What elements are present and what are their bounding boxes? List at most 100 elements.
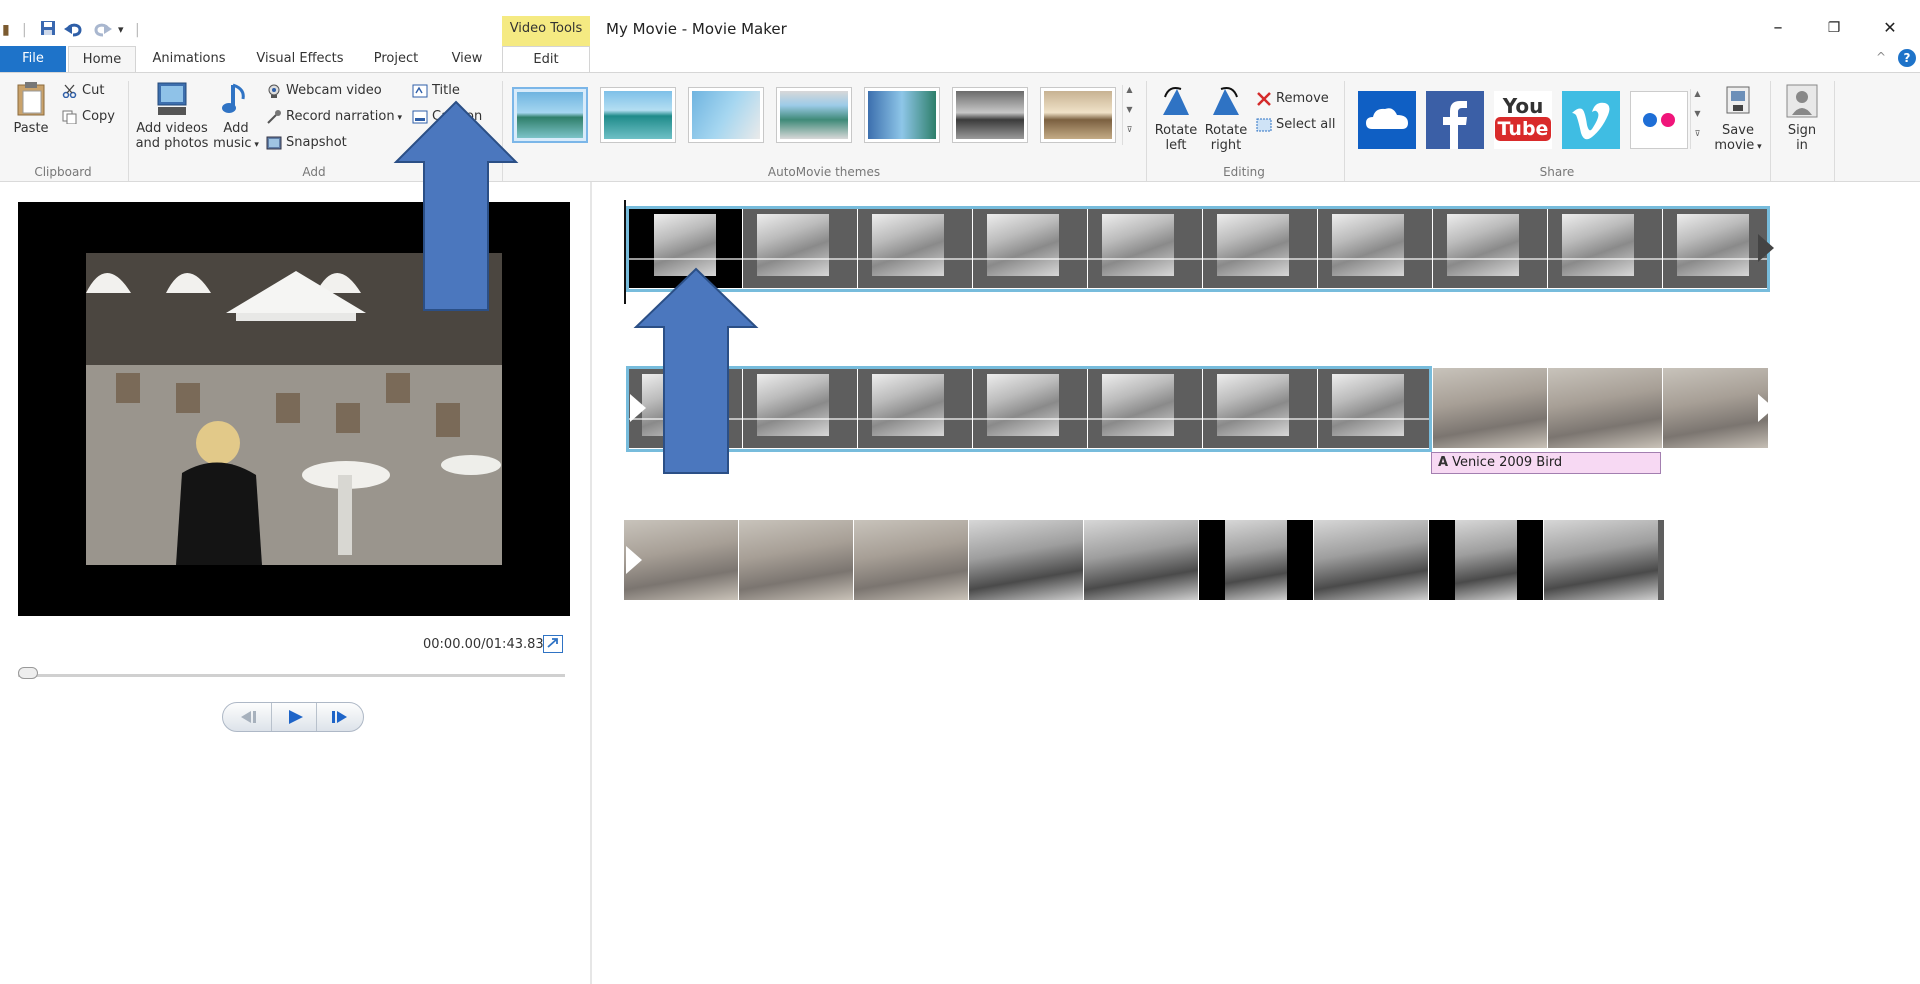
tab-home[interactable]: Home — [68, 46, 136, 73]
ribbon: Paste Cut Copy Clipboard Add videos and … — [0, 72, 1920, 182]
clip-thumbnail — [973, 368, 1087, 448]
restore-button[interactable]: ❐ — [1814, 16, 1854, 40]
next-frame-button[interactable] — [319, 703, 365, 731]
select-all-button[interactable]: Select all — [1256, 115, 1335, 135]
clip-thumbnail — [1314, 520, 1428, 600]
collapse-ribbon-icon[interactable]: ^ — [1876, 50, 1886, 64]
paste-button[interactable]: Paste — [8, 81, 54, 136]
webcam-video-button[interactable]: Webcam video — [266, 81, 382, 101]
clip-end-marker — [1758, 394, 1774, 422]
qat-customize-icon[interactable]: ▾ — [118, 20, 124, 40]
copy-icon — [62, 110, 77, 124]
record-narration-button[interactable]: Record narration ▾ — [266, 107, 402, 127]
tab-edit[interactable]: Edit — [502, 46, 590, 73]
add-music-label-line2: music — [213, 136, 252, 151]
playhead[interactable] — [624, 200, 626, 304]
webcam-icon — [268, 84, 280, 98]
theme-black-and-white[interactable] — [952, 87, 1028, 143]
fullscreen-button[interactable] — [543, 635, 563, 653]
youtube-share-button[interactable]: You Tube — [1494, 91, 1552, 149]
tab-project[interactable]: Project — [364, 46, 428, 73]
clip-thumbnail — [1084, 520, 1198, 600]
minimize-button[interactable]: – — [1758, 16, 1798, 40]
add-videos-and-photos-button[interactable]: Add videos and photos — [134, 81, 210, 151]
next-frame-icon — [332, 711, 347, 723]
sign-in-label-line2: in — [1796, 138, 1808, 153]
youtube-label-line2: Tube — [1494, 117, 1552, 141]
qat-separator-2: | — [135, 22, 140, 38]
group-separator — [1146, 81, 1147, 181]
help-icon[interactable]: ? — [1898, 49, 1916, 67]
rotate-right-button[interactable]: Rotate right — [1200, 83, 1252, 153]
group-separator — [1344, 81, 1345, 181]
share-scroll-down-icon[interactable]: ▼ — [1690, 109, 1704, 129]
clip-thumbnail — [973, 208, 1087, 288]
theme-sepia[interactable] — [1040, 87, 1116, 143]
share-scroll-up-icon[interactable]: ▲ — [1690, 89, 1704, 109]
add-music-button[interactable]: Add music ▾ — [212, 81, 260, 153]
rotate-left-label-line1: Rotate — [1154, 123, 1198, 138]
caption-text: Venice 2009 Bird — [1452, 455, 1563, 470]
previous-frame-button[interactable] — [223, 703, 269, 731]
clip-end-marker — [1758, 234, 1774, 262]
rotate-left-label-line2: left — [1165, 138, 1187, 153]
group-separator — [128, 81, 129, 181]
tab-visual-effects[interactable]: Visual Effects — [250, 46, 350, 73]
undo-icon[interactable] — [64, 20, 84, 40]
flickr-share-button[interactable] — [1630, 91, 1688, 149]
theme-cinematic[interactable] — [600, 87, 676, 143]
save-icon[interactable] — [40, 20, 56, 40]
theme-fade[interactable] — [688, 87, 764, 143]
facebook-share-button[interactable] — [1426, 91, 1484, 149]
redo-icon[interactable] — [92, 20, 112, 40]
snapshot-button[interactable]: Snapshot — [266, 133, 347, 153]
seek-bar[interactable] — [18, 674, 565, 677]
add-videos-label-line2: and photos — [135, 136, 209, 151]
clip-thumbnail — [1429, 520, 1543, 600]
gallery-scroll-down-icon[interactable]: ▼ — [1122, 105, 1136, 125]
remove-x-icon — [1257, 91, 1271, 106]
clip-row-3[interactable] — [624, 520, 1664, 600]
seek-thumb[interactable] — [18, 667, 38, 679]
ribbon-tabs: File Home Animations Visual Effects Proj… — [0, 46, 1920, 73]
theme-contemporary[interactable] — [864, 87, 940, 143]
close-button[interactable]: ✕ — [1870, 16, 1910, 40]
tab-animations[interactable]: Animations — [146, 46, 232, 73]
theme-pan-and-zoom[interactable] — [776, 87, 852, 143]
qat-separator: | — [22, 22, 27, 38]
playback-time: 00:00.00/01:43.83 — [423, 637, 544, 652]
caption-item[interactable]: A Venice 2009 Bird — [1431, 452, 1661, 474]
onedrive-share-button[interactable] — [1358, 91, 1416, 149]
snapshot-label: Snapshot — [286, 135, 347, 150]
window-title: My Movie - Movie Maker — [606, 20, 787, 38]
microphone-icon — [267, 109, 281, 124]
cut-button[interactable]: Cut — [62, 81, 104, 101]
gallery-expand-icon[interactable]: ⊽ — [1122, 125, 1136, 145]
tab-view[interactable]: View — [444, 46, 490, 73]
expand-icon — [547, 638, 558, 648]
onedrive-cloud-icon — [1366, 108, 1408, 129]
clip-thumbnail — [1663, 368, 1768, 448]
clip-thumbnail — [743, 368, 857, 448]
save-movie-button[interactable]: Save movie ▾ — [1714, 83, 1762, 155]
rotate-right-label-line1: Rotate — [1204, 123, 1248, 138]
clip-thumbnail — [1548, 208, 1662, 288]
add-videos-label-line1: Add videos — [136, 121, 208, 136]
rotate-left-button[interactable]: Rotate left — [1150, 83, 1202, 153]
theme-default[interactable] — [512, 87, 588, 143]
copy-button[interactable]: Copy — [62, 107, 115, 127]
save-movie-icon — [1726, 86, 1750, 114]
remove-button[interactable]: Remove — [1256, 89, 1329, 109]
sign-in-button[interactable]: Sign in — [1778, 83, 1826, 153]
app-icon[interactable]: ▮ — [2, 20, 10, 40]
vimeo-share-button[interactable] — [1562, 91, 1620, 149]
clip-row-1[interactable] — [628, 208, 1768, 288]
clip-thumbnail — [858, 208, 972, 288]
gallery-scroll-up-icon[interactable]: ▲ — [1122, 85, 1136, 105]
clip-row-2[interactable] — [628, 368, 1768, 448]
previous-frame-icon — [241, 711, 256, 723]
clip-start-marker — [626, 546, 642, 574]
share-expand-icon[interactable]: ⊽ — [1690, 129, 1704, 149]
tab-file[interactable]: File — [0, 46, 66, 73]
play-button[interactable] — [271, 703, 317, 731]
